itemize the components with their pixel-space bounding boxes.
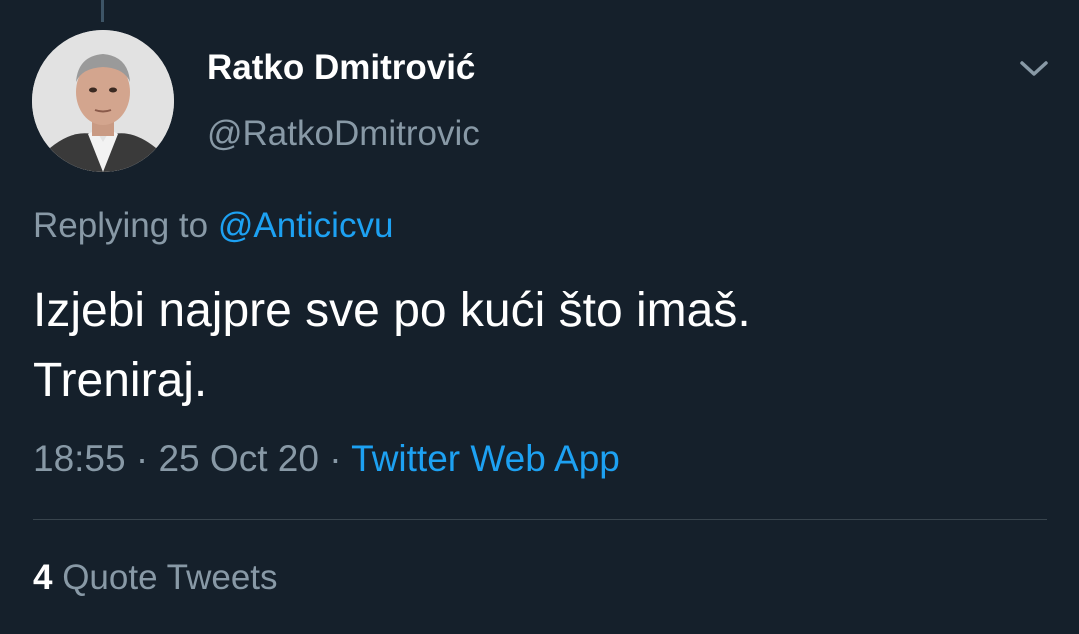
quote-tweets-count: 4 [33,558,53,597]
tweet-time[interactable]: 18:55 [33,438,126,479]
quote-tweets-stat[interactable]: 4 Quote Tweets [33,558,278,598]
chevron-down-icon[interactable] [1014,52,1054,84]
tweet-text-line: Treniraj. [33,354,208,407]
tweet-date[interactable]: 25 Oct 20 [158,438,318,479]
quote-tweets-label: Quote Tweets [62,558,278,597]
replying-to-line: Replying to @Anticicvu [33,206,393,246]
thread-connector-line [101,0,104,22]
replying-to-label: Replying to [33,206,209,245]
reply-mention-link[interactable]: @Anticicvu [218,206,394,245]
divider [33,519,1047,520]
tweet-metadata: 18:55 · 25 Oct 20 · Twitter Web App [33,438,620,480]
tweet-text: Izjebi najpre sve po kući što imaš. Tren… [33,276,1043,416]
tweet-source-link[interactable]: Twitter Web App [351,438,620,479]
meta-separator: · [135,438,149,479]
avatar[interactable] [32,30,174,172]
author-display-name[interactable]: Ratko Dmitrović [207,48,475,88]
tweet-text-line: Izjebi najpre sve po kući što imaš. [33,284,751,337]
meta-separator: · [329,438,342,479]
author-handle[interactable]: @RatkoDmitrovic [207,114,480,154]
